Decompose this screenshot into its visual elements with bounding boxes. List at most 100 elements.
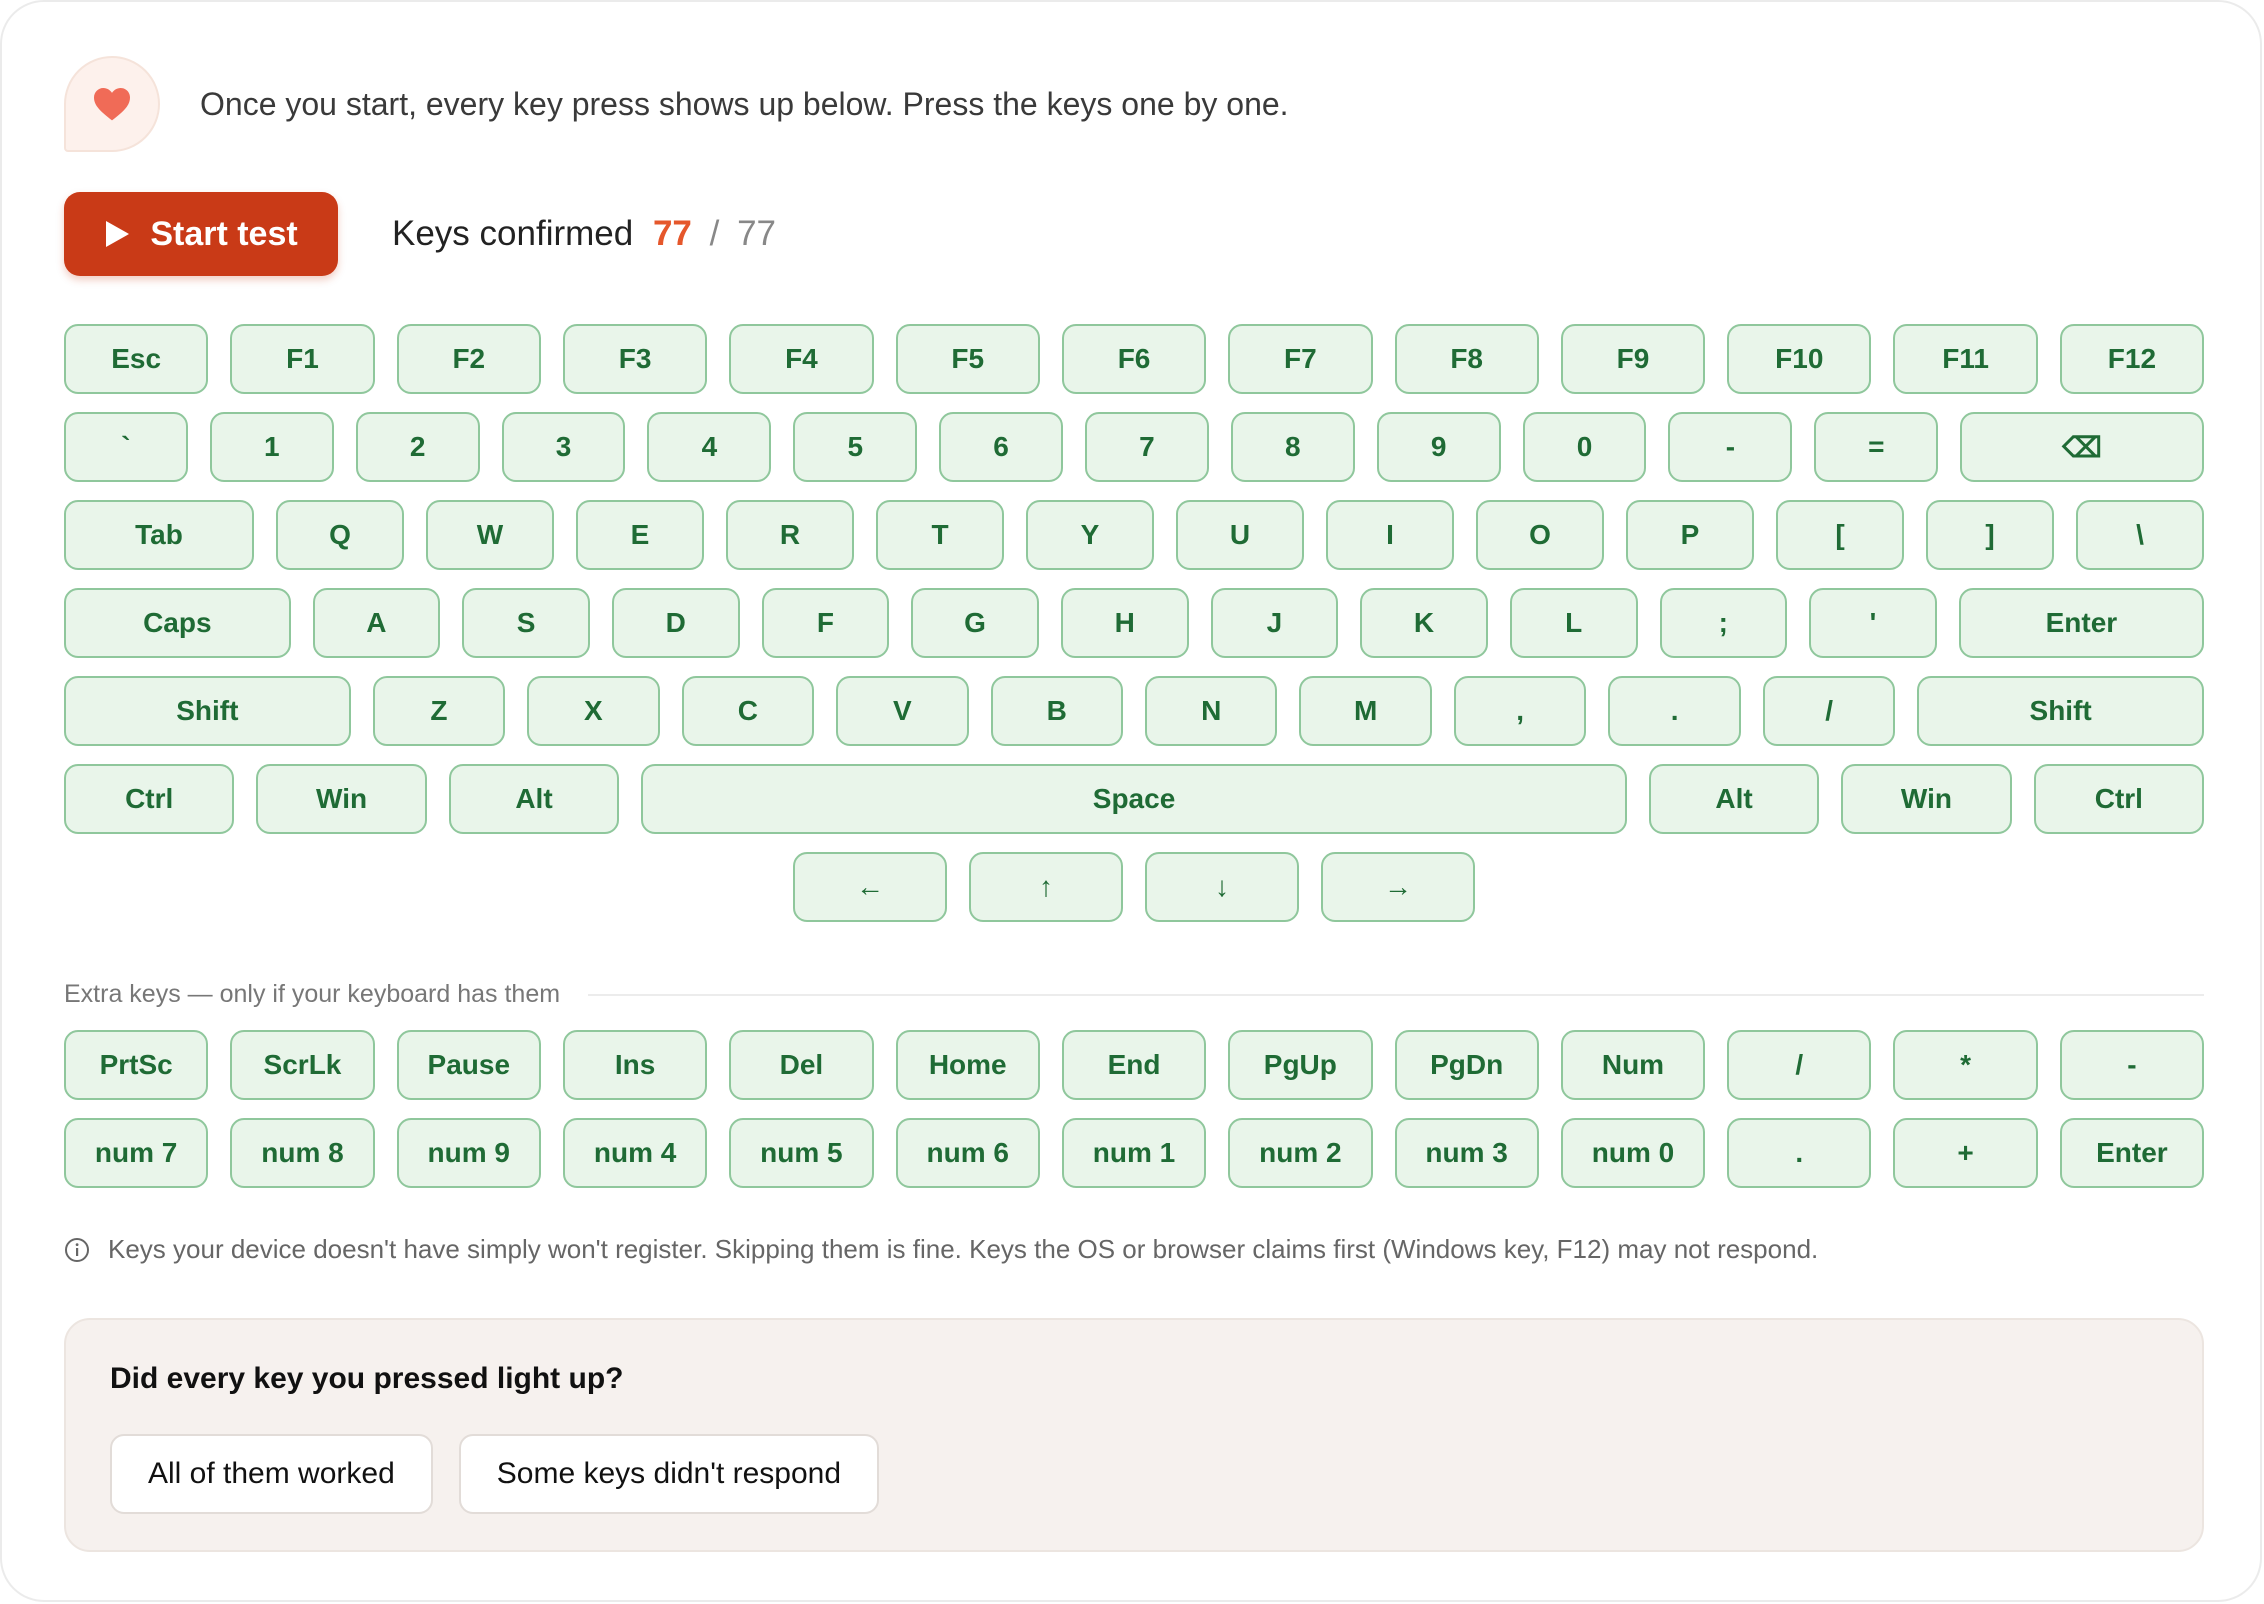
- key-w[interactable]: W: [426, 500, 554, 570]
- key-equals[interactable]: =: [1814, 412, 1939, 482]
- key-y[interactable]: Y: [1026, 500, 1154, 570]
- key-4[interactable]: 4: [647, 412, 772, 482]
- key-caps[interactable]: Caps: [64, 588, 291, 658]
- key-alt[interactable]: Alt: [448, 764, 620, 834]
- extra-key-home[interactable]: Home: [895, 1030, 1040, 1100]
- key-2[interactable]: 2: [355, 412, 480, 482]
- extra-key-asterisk[interactable]: *: [1893, 1030, 2038, 1100]
- extra-key-end[interactable]: End: [1061, 1030, 1207, 1100]
- extra-key-enter[interactable]: Enter: [2059, 1118, 2205, 1188]
- key-f2[interactable]: F2: [396, 324, 541, 394]
- key-enter[interactable]: Enter: [1958, 588, 2204, 658]
- key-m[interactable]: M: [1299, 676, 1432, 746]
- extra-key-num-4[interactable]: num 4: [562, 1118, 708, 1188]
- key-shift[interactable]: Shift: [1917, 676, 2204, 746]
- key-j[interactable]: J: [1210, 588, 1339, 658]
- key-f6[interactable]: F6: [1061, 324, 1207, 394]
- key-f12[interactable]: F12: [2059, 324, 2205, 394]
- extra-key-plus[interactable]: +: [1893, 1118, 2038, 1188]
- key-5[interactable]: 5: [793, 412, 918, 482]
- extra-key-num-8[interactable]: num 8: [230, 1118, 375, 1188]
- extra-key-slash[interactable]: /: [1727, 1030, 1872, 1100]
- extra-key-period[interactable]: .: [1727, 1118, 1872, 1188]
- key-backspace[interactable]: ⌫: [1960, 412, 2204, 482]
- key-v[interactable]: V: [836, 676, 969, 746]
- key-a[interactable]: A: [312, 588, 441, 658]
- arrow-up-icon[interactable]: ↑: [969, 852, 1123, 922]
- extra-key-scrlk[interactable]: ScrLk: [230, 1030, 375, 1100]
- key-backslash[interactable]: \: [2076, 500, 2204, 570]
- key-u[interactable]: U: [1176, 500, 1304, 570]
- key-n[interactable]: N: [1144, 676, 1278, 746]
- key-t[interactable]: T: [876, 500, 1004, 570]
- key-d[interactable]: D: [611, 588, 740, 658]
- key-z[interactable]: Z: [372, 676, 506, 746]
- key-period[interactable]: .: [1608, 676, 1741, 746]
- key-f9[interactable]: F9: [1560, 324, 1706, 394]
- key-b[interactable]: B: [990, 676, 1123, 746]
- key-f1[interactable]: F1: [230, 324, 375, 394]
- key-c[interactable]: C: [681, 676, 815, 746]
- key-win[interactable]: Win: [1841, 764, 2012, 834]
- extra-key-pgdn[interactable]: PgDn: [1394, 1030, 1539, 1100]
- key-q[interactable]: Q: [276, 500, 404, 570]
- arrow-right-icon[interactable]: →: [1321, 852, 1475, 922]
- extra-key-minus[interactable]: -: [2059, 1030, 2205, 1100]
- all-worked-button[interactable]: All of them worked: [110, 1434, 433, 1514]
- arrow-down-icon[interactable]: ↓: [1145, 852, 1299, 922]
- key-f3[interactable]: F3: [562, 324, 708, 394]
- key-e[interactable]: E: [576, 500, 704, 570]
- key-l[interactable]: L: [1509, 588, 1638, 658]
- key-alt[interactable]: Alt: [1648, 764, 1820, 834]
- some-failed-button[interactable]: Some keys didn't respond: [458, 1434, 880, 1514]
- key-s[interactable]: S: [462, 588, 590, 658]
- extra-key-num-6[interactable]: num 6: [895, 1118, 1040, 1188]
- key-9[interactable]: 9: [1376, 412, 1501, 482]
- key-h[interactable]: H: [1060, 588, 1189, 658]
- key-backtick[interactable]: `: [64, 412, 188, 482]
- key-shift[interactable]: Shift: [64, 676, 351, 746]
- key-3[interactable]: 3: [501, 412, 626, 482]
- key-quote[interactable]: ': [1809, 588, 1937, 658]
- key-f8[interactable]: F8: [1394, 324, 1539, 394]
- key-space[interactable]: Space: [641, 764, 1627, 834]
- extra-key-prtsc[interactable]: PrtSc: [64, 1030, 209, 1100]
- key-right-bracket[interactable]: ]: [1926, 500, 2054, 570]
- key-f4[interactable]: F4: [729, 324, 874, 394]
- key-f5[interactable]: F5: [895, 324, 1040, 394]
- extra-key-num-3[interactable]: num 3: [1394, 1118, 1539, 1188]
- extra-key-num-5[interactable]: num 5: [729, 1118, 874, 1188]
- extra-key-num-0[interactable]: num 0: [1560, 1118, 1706, 1188]
- start-test-button[interactable]: Start test: [64, 192, 338, 276]
- key-ctrl[interactable]: Ctrl: [2033, 764, 2205, 834]
- key-k[interactable]: K: [1360, 588, 1488, 658]
- key-o[interactable]: O: [1476, 500, 1604, 570]
- key-6[interactable]: 6: [939, 412, 1064, 482]
- key-semicolon[interactable]: ;: [1659, 588, 1788, 658]
- extra-key-num-2[interactable]: num 2: [1228, 1118, 1373, 1188]
- key-f11[interactable]: F11: [1893, 324, 2038, 394]
- key-minus[interactable]: -: [1668, 412, 1793, 482]
- extra-key-num[interactable]: Num: [1560, 1030, 1706, 1100]
- key-win[interactable]: Win: [256, 764, 427, 834]
- extra-key-num-9[interactable]: num 9: [396, 1118, 541, 1188]
- extra-key-num-7[interactable]: num 7: [64, 1118, 209, 1188]
- key-f[interactable]: F: [761, 588, 890, 658]
- key-8[interactable]: 8: [1230, 412, 1355, 482]
- key-comma[interactable]: ,: [1453, 676, 1587, 746]
- key-esc[interactable]: Esc: [64, 324, 209, 394]
- extra-key-pgup[interactable]: PgUp: [1228, 1030, 1373, 1100]
- key-x[interactable]: X: [527, 676, 660, 746]
- arrow-left-icon[interactable]: ←: [793, 852, 947, 922]
- key-tab[interactable]: Tab: [64, 500, 254, 570]
- extra-key-ins[interactable]: Ins: [562, 1030, 708, 1100]
- key-slash[interactable]: /: [1762, 676, 1896, 746]
- key-g[interactable]: G: [911, 588, 1039, 658]
- key-i[interactable]: I: [1326, 500, 1454, 570]
- extra-key-num-1[interactable]: num 1: [1061, 1118, 1207, 1188]
- key-f10[interactable]: F10: [1727, 324, 1872, 394]
- key-p[interactable]: P: [1626, 500, 1754, 570]
- key-7[interactable]: 7: [1085, 412, 1209, 482]
- key-ctrl[interactable]: Ctrl: [64, 764, 235, 834]
- extra-key-del[interactable]: Del: [729, 1030, 874, 1100]
